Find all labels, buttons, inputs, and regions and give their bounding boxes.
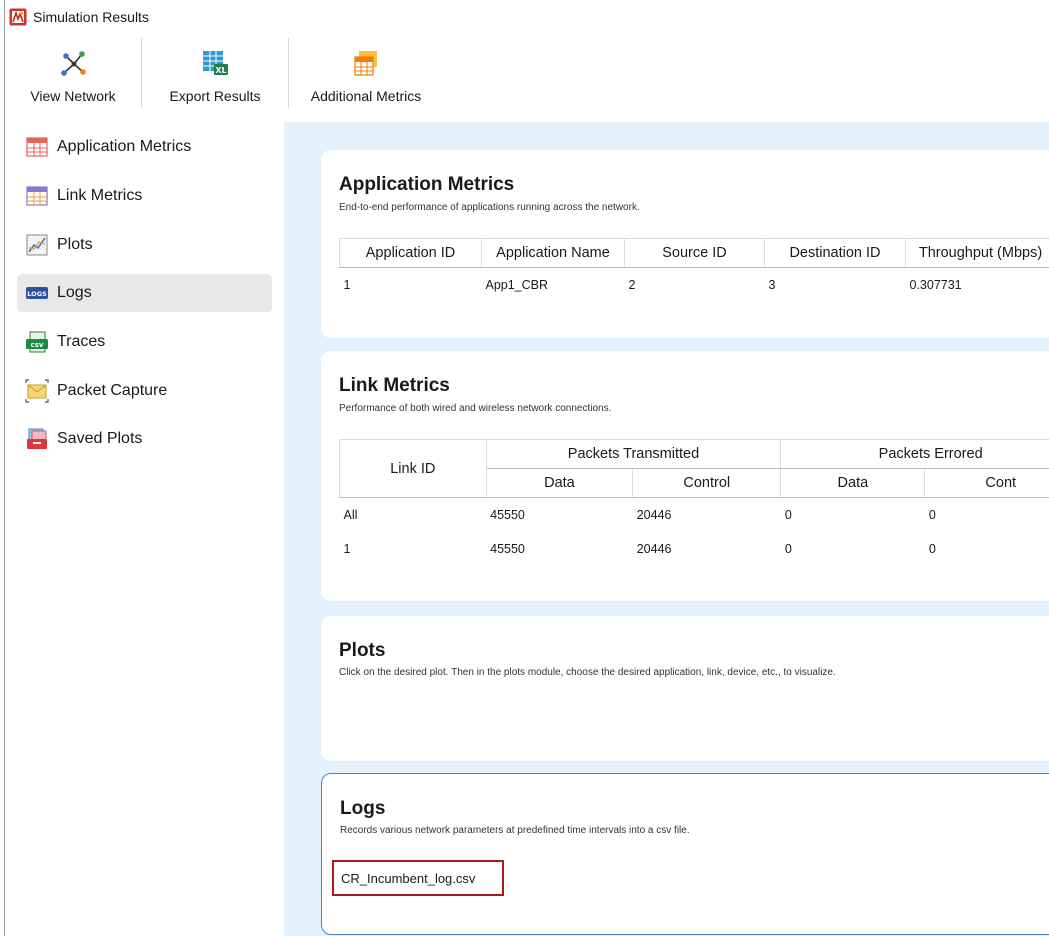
table-cell: 20446 bbox=[636, 507, 672, 522]
table-icon bbox=[25, 135, 49, 159]
column-group-header: Packets Errored bbox=[780, 439, 1049, 469]
logs-card: Logs Records various network parameters … bbox=[321, 773, 1049, 935]
sidebar-item-label: Saved Plots bbox=[57, 430, 143, 447]
card-description: Performance of both wired and wireless n… bbox=[339, 403, 612, 414]
table-cell: App1_CBR bbox=[485, 277, 549, 292]
logs-icon: LOGS bbox=[25, 281, 49, 305]
sidebar-item-traces[interactable]: csv Traces bbox=[17, 323, 272, 361]
sidebar-item-label: Packet Capture bbox=[57, 382, 168, 399]
table-cell: 0 bbox=[784, 541, 792, 556]
network-graph-icon bbox=[58, 48, 88, 78]
card-description: End-to-end performance of applications r… bbox=[339, 202, 640, 213]
column-header: Application Name bbox=[481, 238, 625, 268]
table-cell: 1 bbox=[343, 541, 351, 556]
envelope-icon bbox=[25, 379, 49, 403]
table-cell: 45550 bbox=[490, 541, 525, 556]
card-title: Logs bbox=[340, 798, 386, 819]
table-icon bbox=[25, 184, 49, 208]
table-cell: 45550 bbox=[490, 507, 525, 522]
additional-metrics-button[interactable]: Additional Metrics bbox=[289, 34, 443, 118]
column-header: Source ID bbox=[624, 238, 765, 268]
sidebar-item-label: Plots bbox=[57, 236, 93, 253]
card-title: Plots bbox=[339, 640, 386, 661]
table-cell: 0 bbox=[784, 507, 792, 522]
card-title: Link Metrics bbox=[339, 375, 450, 396]
window-title: Simulation Results bbox=[33, 9, 149, 25]
sidebar-item-label: Logs bbox=[57, 284, 92, 301]
table-cell: 2 bbox=[628, 277, 636, 292]
column-subheader: Data bbox=[485, 468, 634, 498]
view-network-label: View Network bbox=[30, 88, 116, 104]
link-metrics-table: Link ID Packets Transmitted Packets Erro… bbox=[339, 439, 1049, 566]
table-row[interactable]: 1 App1_CBR 2 3 0.307731 bbox=[340, 268, 1049, 302]
simulation-results-window: Simulation Results View Network XL Expor… bbox=[4, 0, 1049, 936]
table-cell: All bbox=[343, 507, 358, 522]
sidebar-item-logs[interactable]: LOGS Logs bbox=[17, 274, 272, 312]
table-cell: 20446 bbox=[636, 541, 672, 556]
table-row[interactable]: All 45550 20446 0 0 bbox=[340, 498, 1049, 532]
column-group-header: Packets Transmitted bbox=[486, 439, 782, 469]
sidebar: Application Metrics Link Metrics Plots L… bbox=[5, 122, 284, 936]
column-header: Throughput (Mbps) bbox=[905, 238, 1049, 268]
app-logo-icon bbox=[9, 8, 27, 26]
column-subheader: Cont bbox=[924, 468, 1049, 498]
export-results-label: Export Results bbox=[169, 88, 261, 104]
column-header: Link ID bbox=[339, 439, 487, 498]
table-cell: 3 bbox=[768, 277, 776, 292]
link-metrics-card: Link Metrics Performance of both wired a… bbox=[321, 351, 1049, 601]
sidebar-item-saved-plots[interactable]: Saved Plots bbox=[17, 420, 272, 458]
svg-text:csv: csv bbox=[31, 341, 44, 349]
column-subheader: Data bbox=[780, 468, 926, 498]
card-description: Click on the desired plot. Then in the p… bbox=[339, 667, 836, 678]
table-header-row: Link ID Packets Transmitted Packets Erro… bbox=[339, 439, 1049, 498]
plots-card: Plots Click on the desired plot. Then in… bbox=[321, 616, 1049, 761]
table-cell: 1 bbox=[343, 277, 351, 292]
table-cell: 0 bbox=[928, 507, 936, 522]
view-network-button[interactable]: View Network bbox=[5, 34, 141, 118]
svg-text:XL: XL bbox=[215, 66, 226, 75]
column-subheader: Control bbox=[632, 468, 782, 498]
card-title: Application Metrics bbox=[339, 174, 515, 195]
excel-export-icon: XL bbox=[200, 48, 230, 78]
table-header-row: Application ID Application Name Source I… bbox=[339, 238, 1049, 268]
table-cell: 0.307731 bbox=[909, 277, 962, 292]
saved-plots-icon bbox=[25, 427, 49, 451]
sidebar-item-application-metrics[interactable]: Application Metrics bbox=[17, 128, 272, 166]
sidebar-item-label: Traces bbox=[57, 333, 106, 350]
column-header: Application ID bbox=[339, 238, 482, 268]
sidebar-item-link-metrics[interactable]: Link Metrics bbox=[17, 177, 272, 215]
sidebar-item-plots[interactable]: Plots bbox=[17, 226, 272, 264]
card-description: Records various network parameters at pr… bbox=[340, 825, 690, 836]
application-metrics-card: Application Metrics End-to-end performan… bbox=[321, 150, 1049, 338]
sidebar-item-label: Link Metrics bbox=[57, 187, 143, 204]
additional-metrics-label: Additional Metrics bbox=[310, 88, 422, 104]
application-metrics-table: Application ID Application Name Source I… bbox=[339, 238, 1049, 302]
table-row[interactable]: 1 45550 20446 0 0 bbox=[340, 532, 1049, 566]
metrics-table-icon bbox=[351, 48, 381, 78]
svg-text:LOGS: LOGS bbox=[27, 290, 47, 298]
title-bar: Simulation Results bbox=[5, 0, 1049, 34]
sidebar-item-label: Application Metrics bbox=[57, 138, 192, 155]
results-content-panel: Application Metrics End-to-end performan… bbox=[284, 122, 1049, 936]
log-file-link[interactable]: CR_Incumbent_log.csv bbox=[332, 860, 504, 896]
chart-icon bbox=[25, 233, 49, 257]
sidebar-item-packet-capture[interactable]: Packet Capture bbox=[17, 372, 272, 410]
column-header: Destination ID bbox=[764, 238, 906, 268]
toolbar: View Network XL Export Results Additiona… bbox=[5, 34, 1049, 118]
csv-icon: csv bbox=[25, 330, 49, 354]
table-cell: 0 bbox=[928, 541, 936, 556]
export-results-button[interactable]: XL Export Results bbox=[142, 34, 288, 118]
